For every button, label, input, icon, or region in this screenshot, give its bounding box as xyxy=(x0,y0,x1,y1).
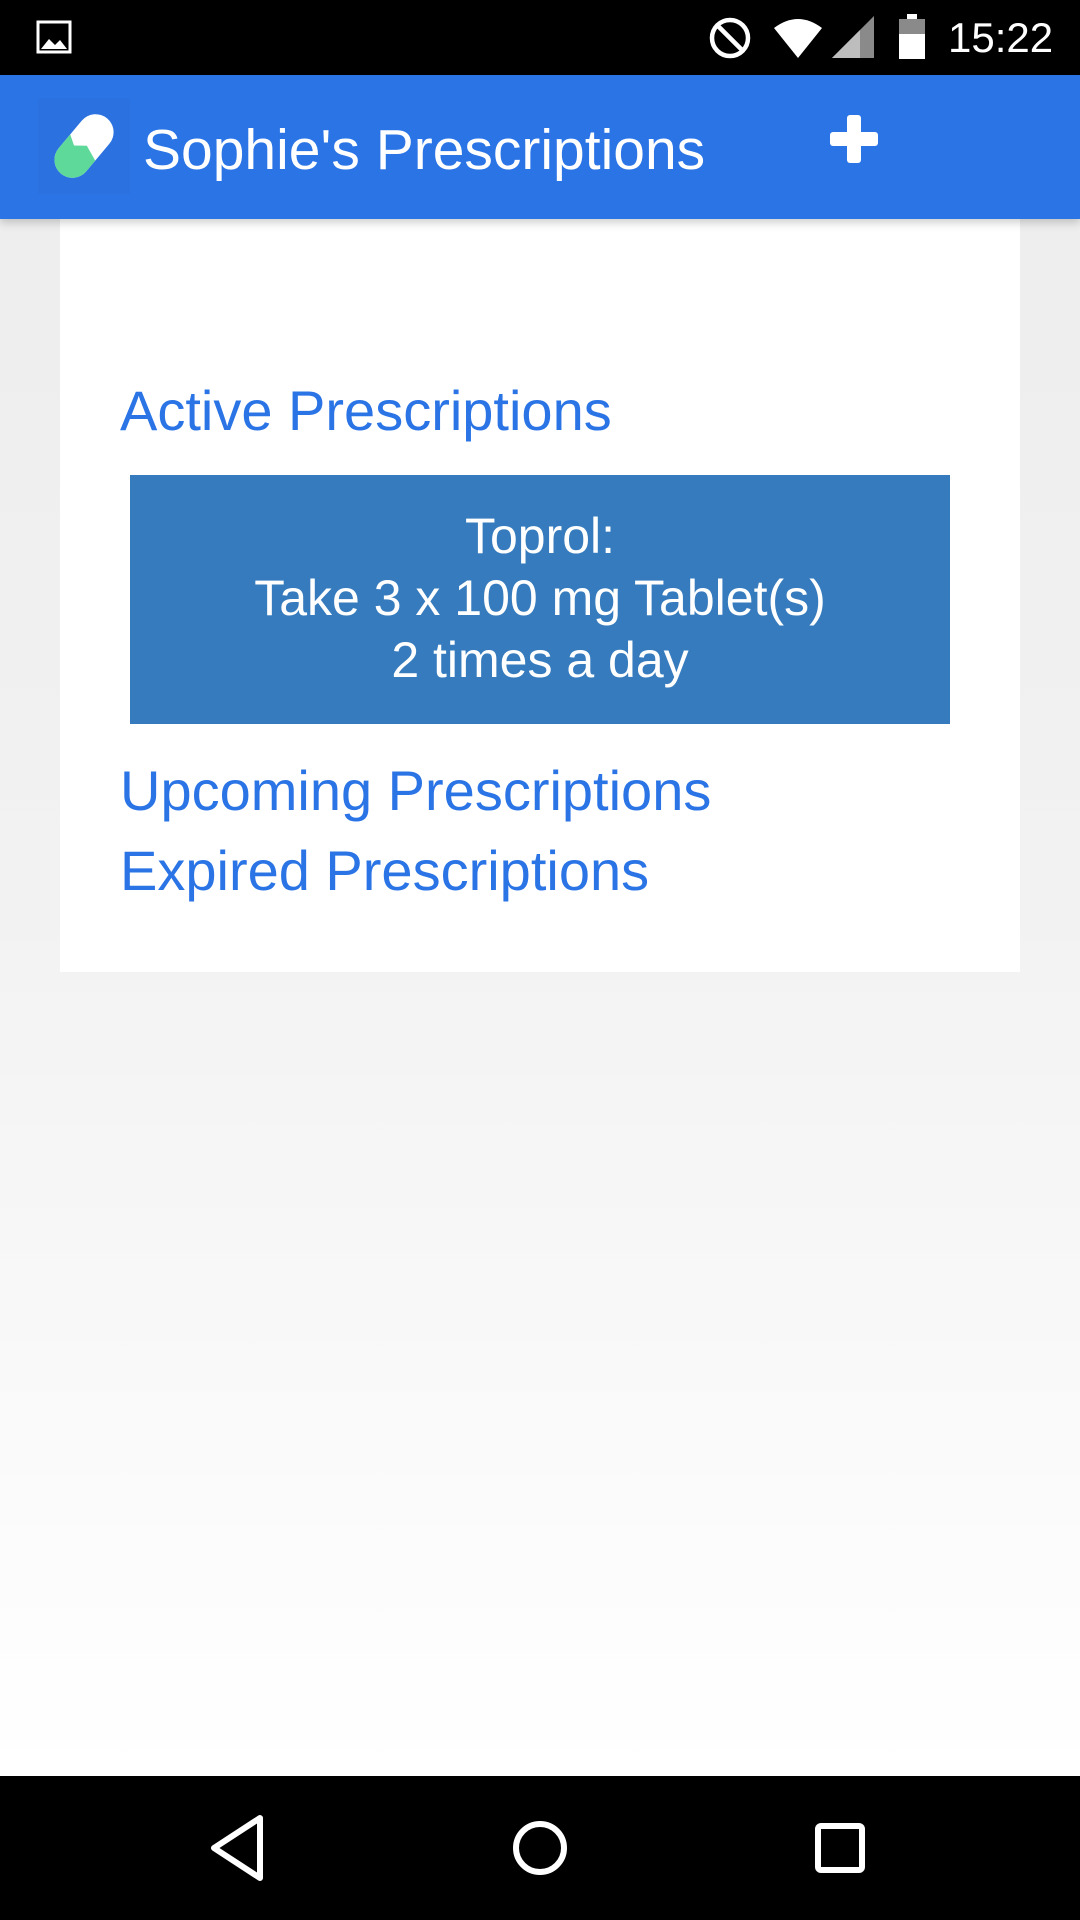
expired-prescriptions-link[interactable]: Expired Prescriptions xyxy=(120,838,649,904)
prescription-dose: Take 3 x 100 mg Tablet(s) xyxy=(254,570,826,626)
app-bar: Sophie's Prescriptions xyxy=(0,75,1080,219)
status-bar: 15:22 xyxy=(0,0,1080,75)
upcoming-prescriptions-link[interactable]: Upcoming Prescriptions xyxy=(120,758,711,824)
home-icon[interactable] xyxy=(502,1810,578,1886)
battery-icon xyxy=(899,14,925,59)
back-icon[interactable] xyxy=(202,1810,278,1886)
recents-icon[interactable] xyxy=(802,1810,878,1886)
navigation-bar xyxy=(0,1776,1080,1920)
status-time: 15:22 xyxy=(948,14,1054,61)
active-prescriptions-heading[interactable]: Active Prescriptions xyxy=(120,378,612,444)
do-not-disturb-icon xyxy=(709,17,751,59)
app-title: Sophie's Prescriptions xyxy=(143,118,706,182)
pill-capsule-icon xyxy=(38,98,130,194)
prescription-frequency: 2 times a day xyxy=(391,632,689,688)
gallery-icon xyxy=(36,20,72,54)
cell-signal-icon xyxy=(832,16,874,58)
prescription-name: Toprol: xyxy=(464,508,616,564)
add-prescription-button[interactable] xyxy=(826,111,882,167)
prescription-item[interactable]: Toprol: Take 3 x 100 mg Tablet(s) 2 time… xyxy=(130,475,950,724)
wifi-icon xyxy=(774,19,822,58)
